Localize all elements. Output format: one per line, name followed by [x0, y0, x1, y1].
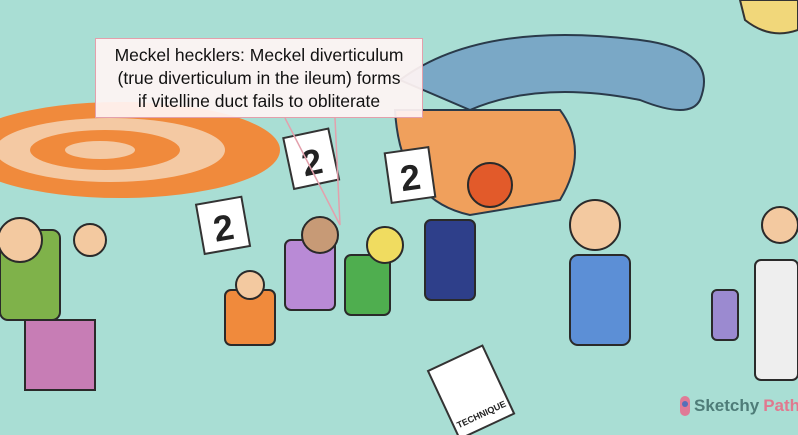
slide-tube — [393, 34, 705, 217]
technique-notebook: TECHNIQUE — [426, 344, 516, 435]
tooltip-line: Meckel hecklers: Meckel diverticulum — [114, 45, 404, 65]
logo-icon — [680, 396, 690, 416]
tooltip-line: if vitelline duct fails to obliterate — [137, 91, 381, 111]
logo-text-sketchy: Sketchy — [694, 396, 760, 415]
yellow-object — [738, 0, 798, 35]
logo-text-path: Path — [763, 396, 798, 415]
tooltip-line: (true diverticulum in the ileum) forms — [117, 68, 401, 88]
sketchy-logo: Sketchy Path — [680, 396, 798, 416]
annotation-tooltip: Meckel hecklers: Meckel diverticulum (tr… — [95, 38, 423, 118]
